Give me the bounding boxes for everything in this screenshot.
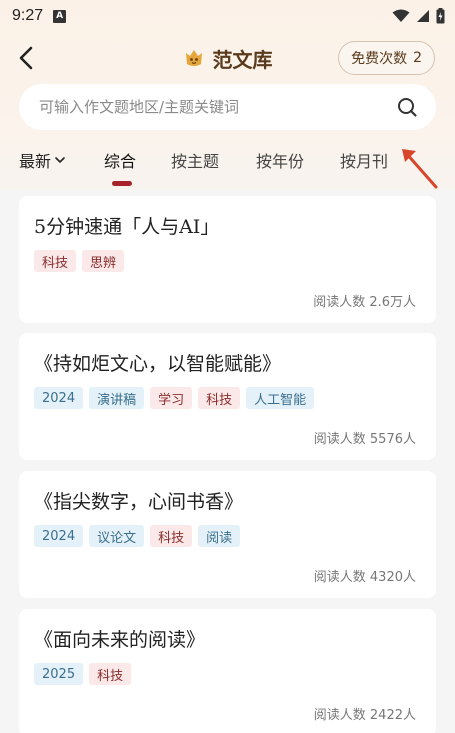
tag: 思辨 [82, 250, 125, 272]
tag: 科技 [150, 525, 193, 547]
tag: 2024 [34, 387, 84, 409]
tag-list: 2024 议论文 科技 阅读 [34, 525, 241, 547]
tag: 学习 [150, 387, 193, 409]
essay-card[interactable]: 《指尖数字，心间书香》 2024 议论文 科技 阅读 阅读人数 4320人 [19, 471, 436, 598]
tag: 2024 [34, 525, 84, 547]
active-tab-indicator [112, 181, 132, 186]
chevron-down-icon [55, 157, 65, 164]
tag: 科技 [198, 387, 241, 409]
read-count: 阅读人数 2422人 [313, 708, 416, 723]
tag: 2025 [34, 663, 84, 685]
page-title: 范文库 [212, 47, 273, 72]
tab-by-topic[interactable]: 按主题 [171, 148, 219, 172]
read-count: 阅读人数 5576人 [313, 432, 416, 447]
status-time: 9:27 [12, 7, 44, 24]
annotation-arrow-icon [402, 149, 438, 189]
wifi-icon [392, 9, 410, 22]
battery-icon [436, 8, 445, 24]
tab-by-year[interactable]: 按年份 [256, 148, 304, 172]
essay-title: 《指尖数字，心间书香》 [34, 491, 244, 513]
essay-title: 《持如炬文心，以智能赋能》 [34, 353, 282, 375]
status-bar: 9:27 A [0, 0, 455, 32]
tag: 科技 [34, 250, 77, 272]
search-icon[interactable] [396, 96, 418, 118]
essay-title: 5分钟速通「人与AI」 [34, 216, 220, 238]
notification-icon: A [53, 9, 67, 23]
tag: 科技 [89, 663, 132, 685]
library-logo-icon [185, 50, 202, 66]
tab-by-month[interactable]: 按月刊 [340, 148, 388, 172]
free-quota-button[interactable]: 免费次数 2 [338, 41, 435, 75]
tag-list: 2025 科技 [34, 663, 132, 685]
read-count: 阅读人数 4320人 [313, 570, 416, 585]
tag-list: 科技 思辨 [34, 250, 125, 272]
status-icons [392, 8, 445, 24]
quota-label: 免费次数 [351, 51, 408, 67]
essay-card[interactable]: 《持如炬文心，以智能赋能》 2024 演讲稿 学习 科技 人工智能 阅读人数 5… [19, 333, 436, 460]
tag: 人工智能 [246, 387, 315, 409]
quota-count: 2 [413, 50, 422, 66]
filter-tabs: 最新 综合 按主题 按年份 按月刊 [0, 142, 455, 190]
tag: 议论文 [89, 525, 145, 547]
essay-card[interactable]: 5分钟速通「人与AI」 科技 思辨 阅读人数 2.6万人 [19, 196, 436, 323]
essay-title: 《面向未来的阅读》 [34, 629, 206, 651]
tab-comprehensive[interactable]: 综合 [104, 148, 136, 172]
search-input[interactable] [39, 98, 396, 116]
tag-list: 2024 演讲稿 学习 科技 人工智能 [34, 387, 315, 409]
sort-dropdown[interactable]: 最新 [19, 148, 66, 172]
search-bar[interactable] [19, 84, 436, 130]
signal-icon [417, 10, 429, 22]
tag: 演讲稿 [89, 387, 145, 409]
essay-card[interactable]: 《面向未来的阅读》 2025 科技 阅读人数 2422人 [19, 609, 436, 733]
read-count: 阅读人数 2.6万人 [313, 295, 416, 310]
top-nav: 范文库 免费次数 2 [0, 38, 455, 78]
tag: 阅读 [198, 525, 241, 547]
sort-label: 最新 [19, 152, 52, 171]
